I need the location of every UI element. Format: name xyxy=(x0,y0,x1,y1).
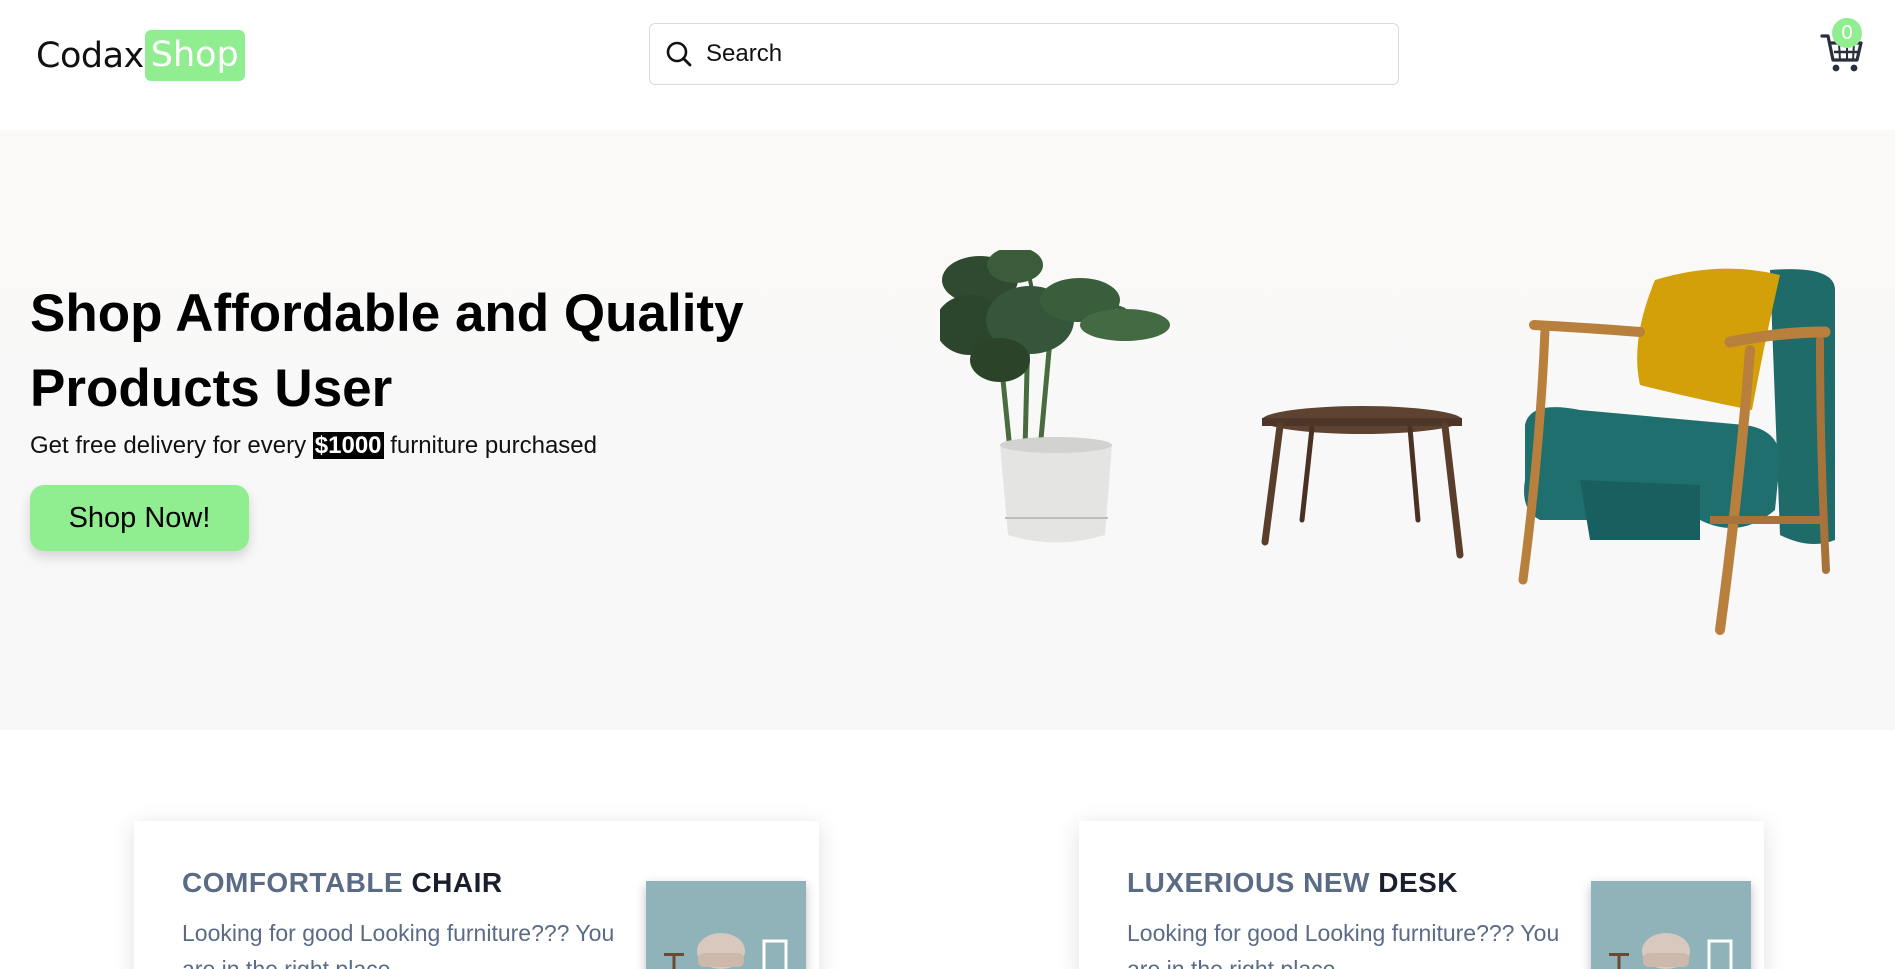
search-bar[interactable] xyxy=(649,23,1399,85)
promo-card-desk[interactable]: LUXERIOUS NEW DESK Looking for good Look… xyxy=(1079,821,1764,969)
logo[interactable]: Codax Shop xyxy=(36,30,245,81)
price-highlight: $1000 xyxy=(312,432,384,459)
card-title-highlight: CHAIR xyxy=(411,867,503,898)
shop-now-button[interactable]: Shop Now! xyxy=(30,485,249,551)
hero-subtitle-end: furniture purchased xyxy=(383,432,597,459)
hero-subtitle-start: Get free delivery for every xyxy=(30,432,313,459)
hero-banner: Shop Affordable and Quality Products Use… xyxy=(0,130,1895,730)
search-icon xyxy=(666,41,692,67)
card-title: COMFORTABLE CHAIR xyxy=(182,867,503,899)
card-description: Looking for good Looking furniture??? Yo… xyxy=(182,920,615,969)
card-title-highlight: DESK xyxy=(1378,867,1459,898)
hero-subtitle: Get free delivery for every $1000 furnit… xyxy=(30,432,597,460)
armchair-illustration xyxy=(1518,268,1835,635)
logo-text-codax: Codax xyxy=(36,35,144,76)
card-title-prefix: COMFORTABLE xyxy=(182,867,412,898)
cart-button[interactable]: 0 xyxy=(1815,18,1867,76)
card-title-prefix: LUXERIOUS NEW xyxy=(1127,867,1379,898)
search-input[interactable] xyxy=(706,40,1386,68)
desk-thumbnail-image xyxy=(1591,881,1751,969)
chair-thumbnail-image xyxy=(646,881,806,969)
logo-text-shop: Shop xyxy=(144,30,245,81)
promo-card-chair[interactable]: COMFORTABLE CHAIR Looking for good Looki… xyxy=(134,821,819,969)
plant-illustration xyxy=(940,250,1170,543)
card-title: LUXERIOUS NEW DESK xyxy=(1127,867,1458,899)
cart-count-badge: 0 xyxy=(1832,18,1862,48)
header: Codax Shop 0 xyxy=(0,0,1895,130)
hero-furniture-image xyxy=(940,250,1835,635)
table-illustration xyxy=(1261,406,1464,559)
hero-title: Shop Affordable and Quality Products Use… xyxy=(30,284,744,418)
card-description: Looking for good Looking furniture??? Yo… xyxy=(1127,920,1560,969)
